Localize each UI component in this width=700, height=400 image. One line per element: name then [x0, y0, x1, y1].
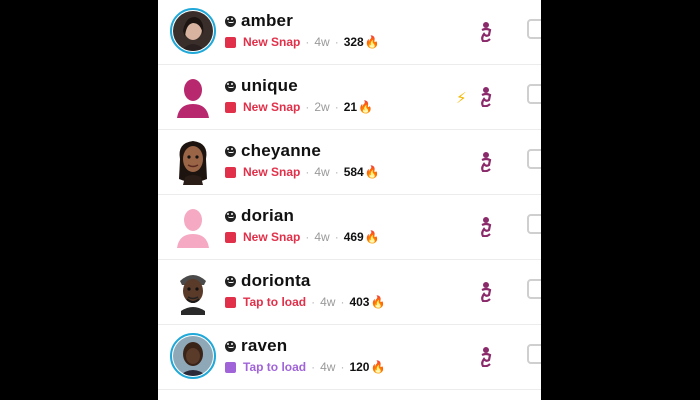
fire-icon: 🔥	[370, 295, 386, 309]
snap-square-icon	[225, 296, 236, 308]
separator-dot: ·	[305, 35, 310, 49]
avatar[interactable]	[168, 6, 218, 56]
snap-status: New Snap	[243, 35, 301, 49]
chat-name: amber	[241, 11, 294, 30]
chat-name: raven	[241, 336, 288, 355]
snap-square-icon	[225, 166, 236, 178]
separator-dot: ·	[340, 295, 345, 309]
chat-name: unique	[241, 76, 298, 95]
lightning-icon: ⚡	[456, 90, 467, 107]
separator-dot: ·	[334, 165, 339, 179]
silhouette-avatar-icon	[177, 79, 209, 118]
select-checkbox[interactable]	[527, 344, 541, 364]
avatar[interactable]	[168, 136, 218, 186]
chat-age: 4w	[314, 165, 330, 179]
streak-count: 584	[343, 165, 364, 179]
snap-status: Tap to load	[243, 360, 307, 374]
select-checkbox[interactable]	[527, 214, 541, 234]
separator-dot: ·	[340, 360, 345, 374]
story-ring	[170, 333, 216, 379]
bitmoji-avatar-icon	[180, 275, 206, 315]
chat-row-amber[interactable]: amber New Snap · 4w · 328 🔥	[158, 0, 541, 65]
chat-age: 4w	[314, 35, 330, 49]
chat-row-dorionta[interactable]: dorionta Tap to load · 4w · 403 🔥	[158, 260, 541, 325]
snap-status: New Snap	[243, 100, 301, 114]
bitmoji-genie-icon[interactable]	[480, 20, 492, 42]
silhouette-avatar-icon	[177, 209, 209, 248]
streak-count: 120	[349, 360, 370, 374]
chat-row-cheyanne[interactable]: cheyanne New Snap · 4w · 584 🔥	[158, 130, 541, 195]
streak-count: 403	[349, 295, 370, 309]
select-checkbox[interactable]	[527, 84, 541, 104]
chat-age: 4w	[320, 360, 336, 374]
friend-emoji-icon	[225, 210, 236, 222]
separator-dot: ·	[311, 295, 316, 309]
chat-row-unique[interactable]: unique New Snap · 2w · 21 🔥 ⚡	[158, 65, 541, 130]
snap-status: New Snap	[243, 165, 301, 179]
bitmoji-genie-icon[interactable]	[480, 345, 492, 367]
select-checkbox[interactable]	[527, 279, 541, 299]
story-ring	[170, 8, 216, 54]
friend-emoji-icon	[225, 145, 236, 157]
profile-photo	[173, 336, 213, 376]
chat-age: 4w	[320, 295, 336, 309]
separator-dot: ·	[305, 165, 310, 179]
friend-emoji-icon	[225, 275, 236, 287]
chat-age: 4w	[314, 230, 330, 244]
fire-icon: 🔥	[364, 165, 380, 179]
chat-age: 2w	[314, 100, 330, 114]
select-checkbox[interactable]	[527, 149, 541, 169]
bitmoji-genie-icon[interactable]	[480, 85, 492, 107]
fire-icon: 🔥	[364, 35, 380, 49]
snap-square-icon	[225, 231, 236, 243]
avatar[interactable]	[168, 71, 218, 121]
separator-dot: ·	[305, 100, 310, 114]
friend-emoji-icon	[225, 15, 236, 27]
streak-count: 328	[343, 35, 364, 49]
chat-name: dorionta	[241, 271, 311, 290]
avatar[interactable]	[168, 331, 218, 381]
fire-icon: 🔥	[364, 230, 380, 244]
avatar[interactable]	[168, 201, 218, 251]
streak-count: 21	[343, 100, 358, 114]
fire-icon: 🔥	[370, 360, 386, 374]
profile-photo	[173, 11, 213, 51]
separator-dot: ·	[334, 35, 339, 49]
separator-dot: ·	[305, 230, 310, 244]
separator-dot: ·	[311, 360, 316, 374]
fire-icon: 🔥	[358, 100, 374, 114]
bitmoji-avatar-icon	[179, 141, 207, 185]
bitmoji-genie-icon[interactable]	[480, 150, 492, 172]
friend-emoji-icon	[225, 80, 236, 92]
chat-row-raven[interactable]: raven Tap to load · 4w · 120 🔥	[158, 325, 541, 390]
select-checkbox[interactable]	[527, 19, 541, 39]
chat-name: cheyanne	[241, 141, 322, 160]
streak-count: 469	[343, 230, 364, 244]
snap-status: Tap to load	[243, 295, 307, 309]
chat-name: dorian	[241, 206, 295, 225]
bitmoji-genie-icon[interactable]	[480, 280, 492, 302]
separator-dot: ·	[334, 230, 339, 244]
snap-square-icon	[225, 361, 236, 373]
chat-row-dorian[interactable]: dorian New Snap · 4w · 469 🔥	[158, 195, 541, 260]
chat-list: amber New Snap · 4w · 328 🔥 unique New S…	[158, 0, 541, 400]
snap-square-icon	[225, 101, 236, 113]
separator-dot: ·	[334, 100, 339, 114]
avatar[interactable]	[168, 266, 218, 316]
friend-emoji-icon	[225, 340, 236, 352]
snap-square-icon	[225, 36, 236, 48]
snap-status: New Snap	[243, 230, 301, 244]
bitmoji-genie-icon[interactable]	[480, 215, 492, 237]
